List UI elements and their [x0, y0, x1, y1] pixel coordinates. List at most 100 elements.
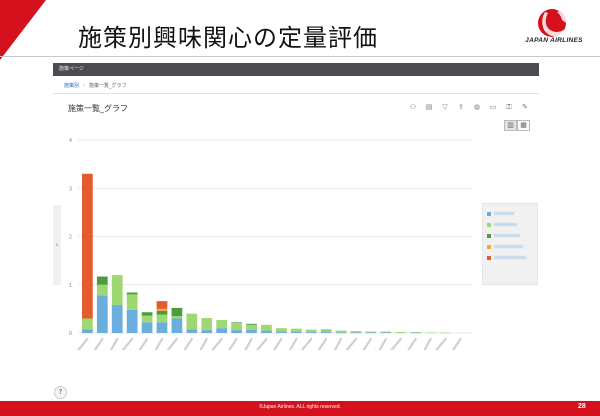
x-tick-label [166, 337, 179, 350]
bar-segment [82, 173, 93, 319]
bar-segment [231, 330, 242, 333]
bar-segment [82, 329, 93, 333]
bar-segment [186, 329, 198, 333]
bar-segment [216, 328, 228, 333]
bar-segment [156, 314, 168, 323]
bar-segment [141, 315, 153, 323]
bar-segment [425, 332, 436, 334]
bar-segment [335, 330, 347, 333]
help-button[interactable]: ? [54, 386, 67, 399]
x-tick-label [423, 337, 432, 350]
bar-segment [126, 309, 138, 333]
bar-segment [231, 322, 242, 331]
legend-item[interactable] [487, 241, 537, 252]
x-tick-label [255, 337, 268, 350]
bar-segment [276, 328, 287, 332]
bar-segment [320, 329, 332, 331]
x-tick-label [272, 337, 283, 350]
breadcrumb-divider [53, 93, 539, 94]
breadcrumb-separator: › [83, 83, 86, 89]
lock-icon[interactable]: ⚿ [504, 102, 514, 112]
bar-segment [126, 292, 138, 295]
bar-segment [335, 332, 347, 334]
bar-segment [320, 330, 332, 333]
y-tick-label: 4 [69, 138, 72, 144]
legend-item[interactable] [487, 208, 537, 219]
table-view-button[interactable]: ▦ [517, 120, 530, 131]
legend-swatch [487, 222, 491, 227]
bar-segment [156, 322, 168, 333]
legend-item[interactable] [487, 252, 537, 263]
bar-segment [365, 331, 377, 333]
x-tick-label [109, 337, 119, 350]
x-tick-label [317, 337, 328, 350]
bar-segment [216, 319, 228, 329]
comment-icon[interactable]: ▤ [424, 102, 434, 112]
bar-segment [156, 310, 168, 315]
x-tick-label [390, 337, 402, 350]
x-tick-label [244, 337, 253, 350]
x-tick-label [227, 337, 238, 350]
bar-segment [350, 332, 362, 334]
bar-chart-view-button[interactable]: ▥ [504, 120, 517, 131]
bar-segment [96, 276, 108, 285]
bar-segment [380, 332, 392, 334]
bar-segment [171, 307, 183, 317]
app-title-bar: 施策ページ [53, 63, 539, 76]
print-icon[interactable]: ▭ [488, 102, 498, 112]
globe-icon[interactable]: ◍ [472, 102, 482, 112]
breadcrumb: 施策別 › 施策一覧_グラフ [64, 82, 127, 89]
bar-segment [246, 323, 257, 325]
bar-segment [305, 329, 317, 333]
x-tick-label [362, 337, 373, 350]
bar-segment [320, 332, 332, 333]
logo-wordmark: JAPAN AIRLINES [525, 37, 583, 44]
x-tick-label [93, 337, 104, 350]
y-tick-label: 3 [69, 186, 72, 192]
stacked-bar-chart: 0 1 2 3 4 [69, 138, 472, 350]
panel-toolbar: ⚇ ▤ ▽ ⇪ ◍ ▭ ⚿ ✎ [408, 102, 530, 112]
bar-segment [96, 284, 108, 296]
bar-segment [156, 301, 168, 309]
bar-segment [410, 332, 422, 333]
legend-swatch [487, 233, 491, 238]
legend-label [494, 223, 517, 226]
bar-segment [276, 331, 287, 333]
bar-segment [440, 332, 451, 334]
panel-title: 施策一覧_グラフ [68, 104, 128, 113]
user-plus-icon[interactable]: ⚇ [408, 102, 418, 112]
x-tick-label [333, 337, 343, 350]
bar-segment [171, 318, 183, 333]
bar-segment [201, 330, 213, 333]
legend-swatch [487, 255, 491, 260]
filter-icon[interactable]: ▽ [440, 102, 450, 112]
header-accent-triangle [0, 0, 46, 60]
x-tick-label [199, 337, 208, 350]
bar-segment [365, 332, 377, 334]
legend-item[interactable] [487, 219, 537, 230]
export-icon[interactable]: ⇪ [456, 102, 466, 112]
copyright-text: ©Japan Airlines. ALL rights reserved. [259, 404, 341, 410]
x-tick-label [211, 337, 223, 350]
bar-segment [290, 331, 302, 333]
bar-segment [380, 331, 392, 333]
breadcrumb-current: 施策一覧_グラフ [89, 83, 127, 89]
bar-segment [395, 332, 407, 333]
bar-segment [305, 332, 317, 333]
legend-item[interactable] [487, 230, 537, 241]
legend-label [494, 234, 520, 237]
legend-label [494, 212, 514, 215]
bar-segment [246, 329, 257, 333]
chart-legend [482, 203, 538, 285]
view-toggle: ▥ ▦ [504, 120, 530, 131]
bar-segment [111, 275, 123, 306]
legend-label [494, 256, 526, 259]
wrench-icon[interactable]: ✎ [520, 102, 530, 112]
bar-segment [82, 318, 93, 330]
page-number: 28 [578, 403, 586, 410]
bar-segment [186, 313, 198, 330]
slide-title: 施策別興味関心の定量評価 [78, 24, 378, 52]
bar-segment [126, 294, 138, 310]
bar-segment [171, 316, 183, 319]
breadcrumb-home-link[interactable]: 施策別 [64, 83, 79, 89]
